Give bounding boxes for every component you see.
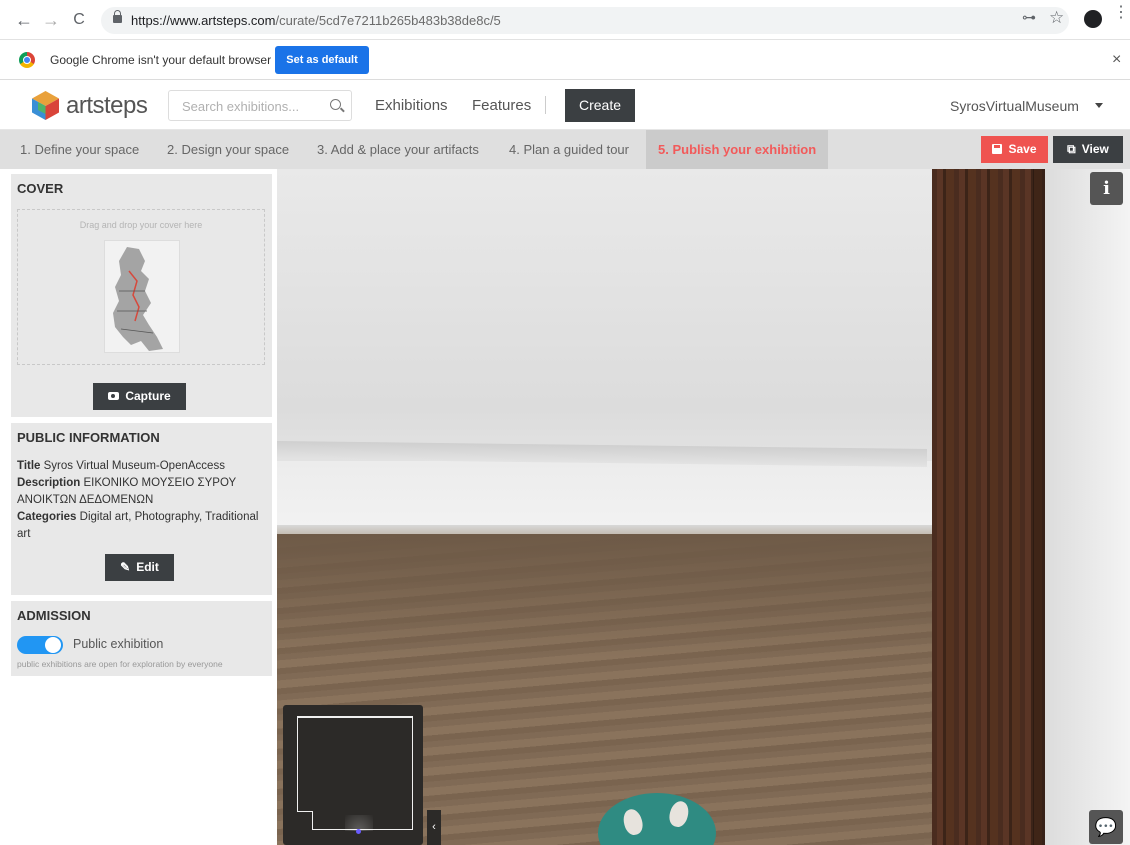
create-button[interactable]: Create [565,89,635,122]
edit-button[interactable]: ✎ Edit [105,554,174,581]
public-info-details: Title Syros Virtual Museum-OpenAccess De… [17,458,267,543]
url-path: /curate/5cd7e7211b265b483b38de8c/5 [275,13,501,28]
chrome-logo-icon [19,52,35,68]
title-label: Title [17,460,41,472]
back-icon[interactable]: ← [13,9,35,31]
drop-hint: Drag and drop your cover here [79,220,203,230]
browser-toolbar: ← → C https://www.artsteps.com/curate/5c… [0,0,1130,40]
cover-image [104,240,180,353]
map-thumbnail [113,247,163,351]
search-placeholder: Search exhibitions... [182,99,300,114]
minimap-collapse-icon[interactable]: ‹ [427,810,441,845]
public-info-title: PUBLIC INFORMATION [17,430,160,445]
nav-exhibitions[interactable]: Exhibitions [375,97,448,114]
chrome-menu-icon[interactable]: ⋮ [1113,5,1129,21]
step-define-space[interactable]: 1. Define your space [20,130,139,169]
view-label: View [1081,142,1109,156]
exhibition-3d-viewport[interactable]: i ‹ 💬 [277,169,1130,845]
search-icon[interactable] [330,99,341,110]
reload-icon[interactable]: C [68,9,90,31]
left-foot-icon [620,807,646,837]
description-label: Description [17,477,81,489]
infobar-message: Google Chrome isn't your default browser [50,53,272,67]
cover-dropzone[interactable]: Drag and drop your cover here [17,209,265,365]
title-value: Syros Virtual Museum-OpenAccess [43,460,225,472]
view-button[interactable]: ⧉ View [1053,136,1123,163]
chevron-down-icon[interactable] [1095,103,1103,108]
bookmark-star-icon[interactable]: ☆ [1049,8,1064,28]
public-info-panel: PUBLIC INFORMATION Title Syros Virtual M… [11,423,272,595]
user-menu[interactable]: SyrosVirtualMuseum [950,98,1079,114]
capture-button[interactable]: Capture [93,383,186,410]
nav-features[interactable]: Features [472,97,531,114]
app-header: artsteps Search exhibitions... Exhibitio… [0,80,1130,130]
url-host: https://www.artsteps.com [131,13,276,28]
minimap-room-outline [296,716,413,830]
save-button[interactable]: Save [981,136,1048,163]
logo-text[interactable]: artsteps [66,92,148,120]
step-publish-exhibition[interactable]: 5. Publish your exhibition [646,130,829,169]
save-icon [992,144,1003,154]
admission-title: ADMISSION [17,608,91,623]
public-exhibition-label: Public exhibition [73,637,164,651]
chat-icon[interactable]: 💬 [1089,810,1123,844]
right-foot-icon [666,799,692,829]
url-text: https://www.artsteps.com/curate/5cd7e721… [131,13,501,28]
wooden-pillar [932,169,1045,845]
address-bar[interactable]: https://www.artsteps.com/curate/5cd7e721… [101,7,1069,34]
artsteps-logo-icon[interactable] [30,90,61,121]
forward-icon[interactable]: → [40,9,62,31]
edit-icon: ✎ [120,560,131,574]
save-label: Save [1008,142,1037,156]
external-link-icon: ⧉ [1067,142,1076,156]
nav-divider [545,96,546,114]
categories-label: Categories [17,511,77,523]
key-icon[interactable]: ⊶ [1022,9,1036,26]
admission-help: public exhibitions are open for explorat… [17,659,223,669]
profile-avatar[interactable] [1084,10,1102,28]
step-guided-tour[interactable]: 4. Plan a guided tour [509,130,629,169]
minimap-notch [297,811,313,830]
lock-icon [113,10,122,23]
steps-bar: 1. Define your space 2. Design your spac… [0,130,1130,169]
toggle-knob [45,637,61,653]
step-design-space[interactable]: 2. Design your space [167,130,289,169]
minimap[interactable] [283,705,423,845]
admission-panel: ADMISSION Public exhibition public exhib… [11,601,272,676]
cover-title: COVER [17,181,64,196]
edit-label: Edit [136,560,159,574]
side-wall [1045,169,1130,845]
search-input[interactable]: Search exhibitions... [168,90,352,121]
infobar-close-icon[interactable]: × [1112,51,1121,69]
step-place-artifacts[interactable]: 3. Add & place your artifacts [317,130,479,169]
default-browser-infobar: Google Chrome isn't your default browser… [0,40,1130,80]
public-exhibition-toggle[interactable] [17,636,63,654]
left-sidebar: COVER Drag and drop your cover here Capt… [0,169,277,845]
set-default-button[interactable]: Set as default [275,46,369,74]
capture-label: Capture [125,389,171,403]
camera-icon [108,392,120,400]
minimap-position-marker [356,829,361,834]
info-icon[interactable]: i [1090,172,1123,205]
cover-panel: COVER Drag and drop your cover here Capt… [11,174,272,417]
